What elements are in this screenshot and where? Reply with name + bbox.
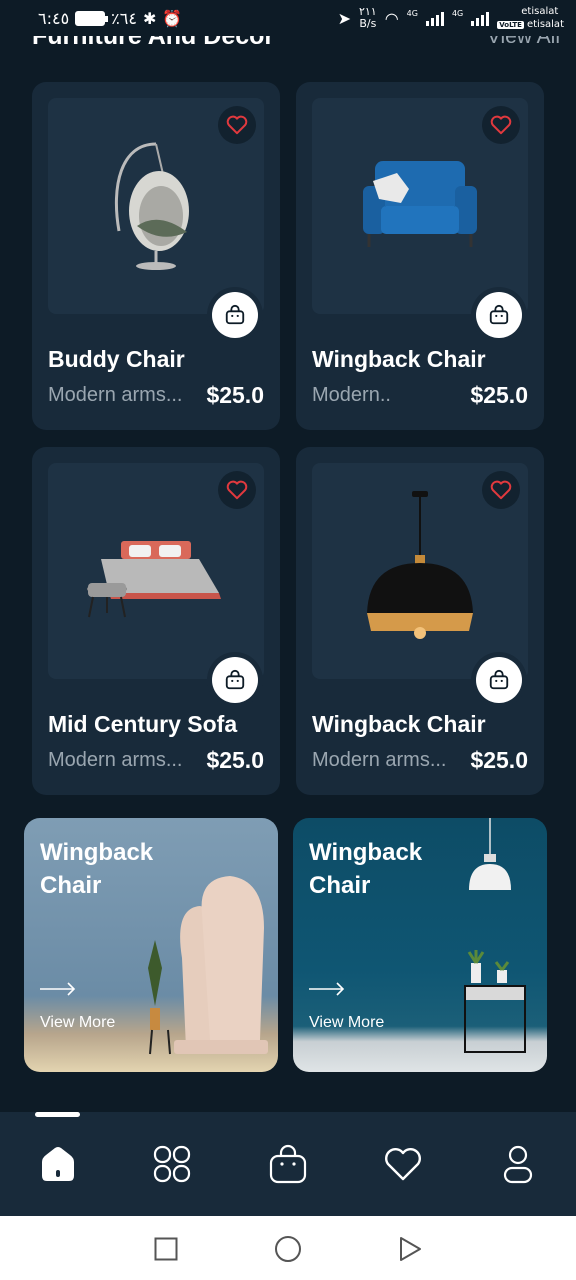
network-type-1: 4G <box>406 8 418 18</box>
arrow-right-icon <box>309 982 345 996</box>
product-description: Modern arms... <box>312 749 447 771</box>
product-description: Modern arms... <box>48 749 183 771</box>
product-image <box>312 463 528 679</box>
nav-favorites[interactable] <box>381 1142 425 1186</box>
add-to-bag-button[interactable] <box>476 292 522 338</box>
back-button[interactable] <box>395 1234 425 1264</box>
nav-profile[interactable] <box>496 1142 540 1186</box>
bag-icon <box>225 669 245 690</box>
product-card[interactable]: Wingback Chair Modern arms... $25.0 <box>296 447 544 795</box>
product-name: Buddy Chair <box>48 346 185 372</box>
home-icon <box>42 1147 74 1181</box>
volte-badge: VoLTE <box>497 20 524 29</box>
system-nav-bar <box>0 1216 576 1280</box>
active-tab-indicator <box>35 1112 80 1117</box>
heart-outline-icon <box>490 480 512 500</box>
hanging-egg-chair-icon <box>114 142 189 270</box>
recents-button[interactable] <box>151 1234 181 1264</box>
bag-icon <box>225 304 245 325</box>
wifi-icon: ◠ <box>384 8 399 28</box>
promo-title: Wingback Chair <box>309 839 423 899</box>
product-description: Modern.. <box>312 384 391 406</box>
signal-icon-2 <box>471 10 490 26</box>
heart-outline-icon <box>226 480 248 500</box>
favorite-button[interactable] <box>218 106 256 144</box>
product-image <box>48 98 264 314</box>
square-icon <box>154 1237 178 1261</box>
bed-with-stool-icon <box>87 541 221 618</box>
product-name: Mid Century Sofa <box>48 711 238 737</box>
telegram-icon: ➤ <box>337 8 351 28</box>
blue-armchair-icon <box>363 161 477 247</box>
favorite-button[interactable] <box>482 106 520 144</box>
heart-outline-icon <box>490 115 512 135</box>
product-name: Wingback Chair <box>312 711 486 737</box>
battery-icon <box>75 10 109 26</box>
categories-icon <box>153 1145 191 1183</box>
add-to-bag-button[interactable] <box>212 657 258 703</box>
home-button[interactable] <box>273 1234 303 1264</box>
product-description: Modern arms... <box>48 384 183 406</box>
product-price: $25.0 <box>206 382 264 408</box>
product-card[interactable]: Wingback Chair Modern.. $25.0 <box>296 82 544 430</box>
promo-title: Wingback Chair <box>40 839 154 899</box>
circle-icon <box>275 1236 301 1262</box>
profile-icon <box>503 1145 533 1184</box>
nav-categories[interactable] <box>150 1142 194 1186</box>
status-bar: ٦:٤٥ ٪٦٤ ✱ ⏰ ➤ ٢١١ B/s ◠ 4G 4G etisalat … <box>0 0 576 36</box>
favorite-button[interactable] <box>218 471 256 509</box>
bluetooth-icon: ✱ <box>142 8 157 28</box>
add-to-bag-button[interactable] <box>212 292 258 338</box>
nav-cart[interactable] <box>266 1142 310 1186</box>
product-image <box>312 98 528 314</box>
bag-icon <box>489 304 509 325</box>
favorite-button[interactable] <box>482 471 520 509</box>
view-more-link[interactable]: View More <box>309 1014 384 1032</box>
product-price: $25.0 <box>470 747 528 773</box>
battery-percent: ٪٦٤ <box>111 8 137 28</box>
product-card[interactable]: Mid Century Sofa Modern arms... $25.0 <box>32 447 280 795</box>
add-to-bag-button[interactable] <box>476 657 522 703</box>
alarm-icon: ⏰ <box>162 8 183 28</box>
product-name: Wingback Chair <box>312 346 486 372</box>
bag-icon <box>489 669 509 690</box>
pendant-lamp-icon <box>367 491 473 639</box>
product-card[interactable]: Buddy Chair Modern arms... $25.0 <box>32 82 280 430</box>
triangle-icon <box>400 1237 421 1261</box>
arrow-right-icon <box>40 982 76 996</box>
promo-banner[interactable]: Wingback Chair View More <box>293 818 547 1072</box>
signal-icon-1 <box>425 10 444 26</box>
network-speed: ٢١١ B/s <box>358 5 377 30</box>
promo-banner[interactable]: Wingback Chair View More <box>24 818 278 1072</box>
network-type-2: 4G <box>451 8 464 18</box>
product-image <box>48 463 264 679</box>
bottom-nav <box>0 1112 576 1216</box>
bag-icon <box>269 1144 307 1184</box>
carrier-names: etisalat VoLTE etisalat <box>497 5 564 30</box>
heart-outline-icon <box>226 115 248 135</box>
view-more-link[interactable]: View More <box>40 1014 115 1032</box>
product-price: $25.0 <box>470 382 528 408</box>
status-time: ٦:٤٥ <box>38 8 70 28</box>
product-price: $25.0 <box>206 747 264 773</box>
heart-icon <box>385 1148 421 1181</box>
nav-home[interactable] <box>36 1142 80 1186</box>
